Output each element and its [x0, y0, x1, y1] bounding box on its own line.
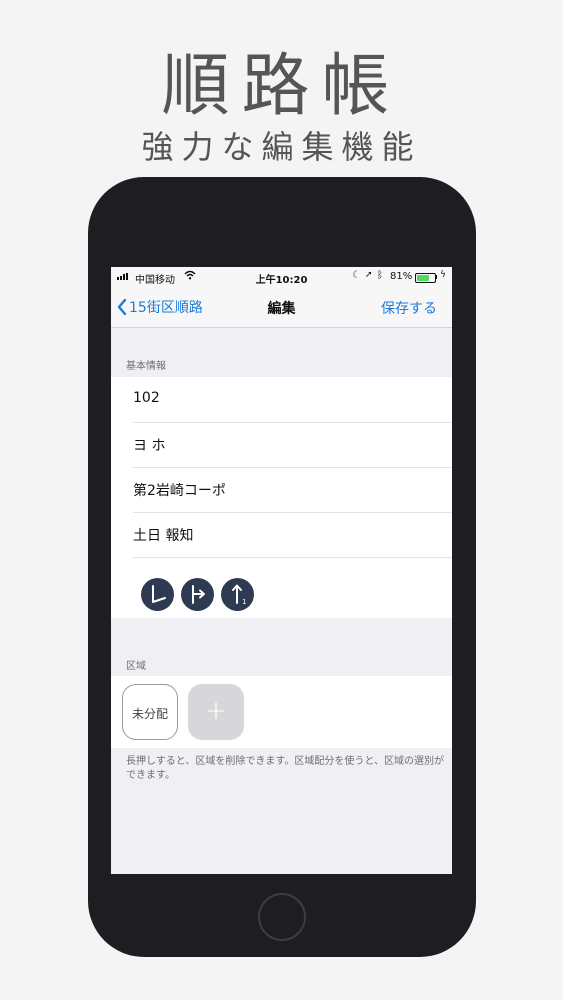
bluetooth-icon: ᛒ: [377, 270, 383, 281]
moon-icon: ☾: [352, 270, 361, 281]
save-button[interactable]: 保存する: [381, 298, 437, 318]
add-area-button[interactable]: +: [188, 684, 244, 740]
area-unassigned-tile[interactable]: 未分配: [122, 684, 178, 740]
promo-subtitle: 強力な編集機能: [141, 128, 422, 166]
turn-right-icon[interactable]: [181, 578, 214, 611]
battery-percent: 81%: [390, 271, 413, 282]
section-header-area: 区域: [126, 661, 146, 672]
info-row-number[interactable]: 102: [133, 377, 452, 423]
charging-icon: ϟ: [440, 270, 446, 280]
section-header-basic-info: 基本情報: [126, 361, 166, 372]
info-row-building[interactable]: 第2岩崎コーポ: [133, 467, 452, 513]
battery-fill: [417, 275, 430, 281]
location-icon: ➚: [365, 270, 373, 280]
phone-screen: 中国移动 上午10:20 ☾ ➚ ᛒ 81% ϟ 15街区順路 編集 保存する …: [111, 267, 452, 874]
battery-tip: [435, 275, 437, 279]
plus-icon: +: [205, 696, 227, 726]
info-row-label: ヨ ホ: [133, 438, 166, 454]
turn-left-icon[interactable]: [141, 578, 174, 611]
battery-icon: [415, 273, 436, 283]
promo-title: 順路帳: [161, 47, 402, 126]
area-footnote: 長押しすると、区域を削除できます。区域配分を使うと、区域の選別ができます。: [126, 756, 444, 781]
home-button[interactable]: [258, 893, 306, 941]
area-unassigned-label: 未分配: [131, 707, 168, 721]
go-straight-icon[interactable]: 1: [221, 578, 254, 611]
info-row-name[interactable]: ヨ ホ: [133, 422, 452, 468]
navigation-bar: 15街区順路 編集 保存する: [111, 289, 452, 328]
info-row-label: 第2岩崎コーポ: [133, 483, 226, 499]
info-row-note[interactable]: 土日 報知: [133, 512, 452, 558]
status-bar: 中国移动 上午10:20 ☾ ➚ ᛒ 81% ϟ: [111, 267, 452, 289]
svg-text:1: 1: [242, 598, 246, 606]
info-row-label: 土日 報知: [133, 528, 194, 544]
info-row-label: 102: [133, 390, 160, 406]
